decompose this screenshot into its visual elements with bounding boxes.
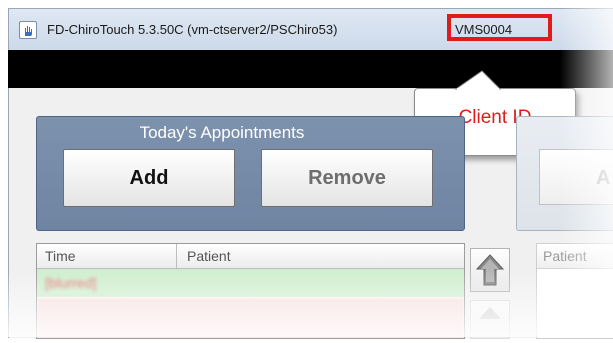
add-appointment-button[interactable]: Add [63,149,235,207]
grid-header: Time Patient [37,244,464,269]
remove-appointment-button[interactable]: Remove [261,149,433,207]
table-row[interactable]: [blurred] [37,269,464,297]
toolbar-band [8,50,613,88]
right-panel-button[interactable]: A [539,149,613,205]
appointments-title: Today's Appointments [139,123,305,142]
arrow-down-icon [479,307,501,319]
column-header-patient-right[interactable]: Patient [543,248,587,264]
column-divider[interactable] [176,244,177,268]
window-title: FD-ChiroTouch 5.3.50C (vm-ctserver2/PSCh… [47,22,338,37]
arrow-up-icon [475,254,505,286]
todays-appointments-panel: Today's Appointments Add Remove [36,116,465,231]
table-row[interactable] [37,298,464,338]
table-row-text: [blurred] [45,275,97,291]
column-header-patient[interactable]: Patient [187,248,231,264]
scroll-down-button[interactable] [470,300,510,339]
right-grid-header: Patient [537,244,613,269]
column-header-time[interactable]: Time [45,248,76,264]
right-appointments-panel: A [516,116,613,231]
appointments-grid: Time Patient [blurred] [36,243,465,339]
client-id-highlight-box [447,14,552,41]
right-grid: Patient [536,243,613,339]
chirotouch-hand-icon[interactable] [19,21,37,39]
scroll-up-button[interactable] [470,248,510,292]
